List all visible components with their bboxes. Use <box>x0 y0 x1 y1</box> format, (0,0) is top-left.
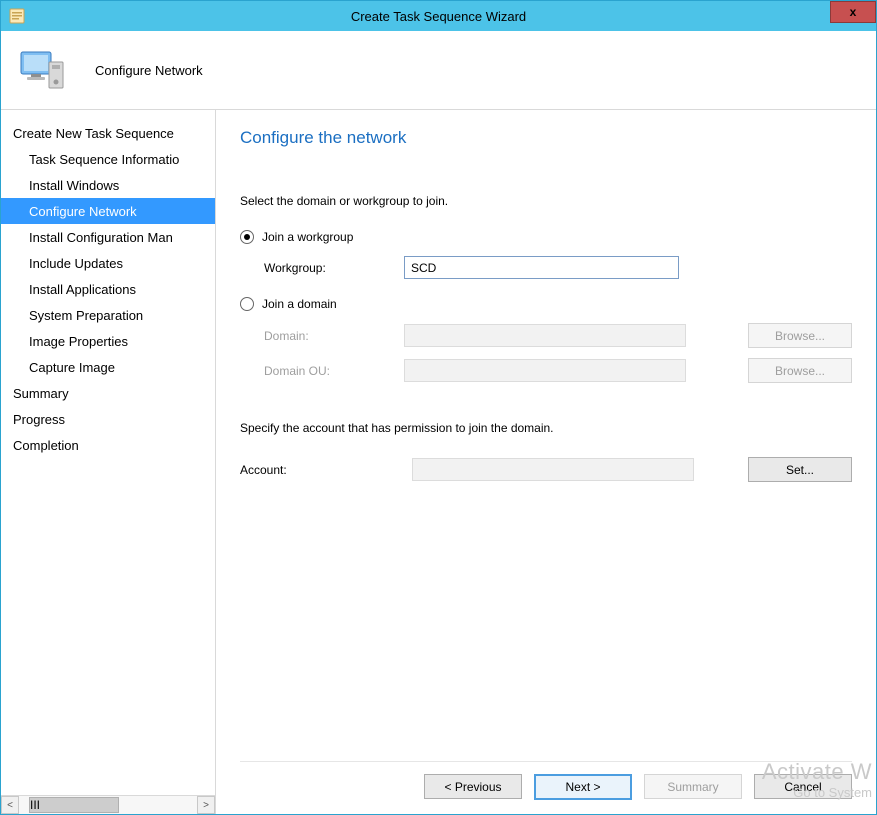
summary-button: Summary <box>644 774 742 799</box>
account-input <box>412 458 694 481</box>
nav-tree: Create New Task Sequence Task Sequence I… <box>1 110 215 795</box>
workgroup-label: Workgroup: <box>264 261 404 275</box>
sidebar-item-completion[interactable]: Completion <box>1 432 215 458</box>
main-panel: Configure the network Select the domain … <box>216 110 876 814</box>
scroll-track[interactable]: III <box>19 796 197 814</box>
account-field-row: Account: Set... <box>240 457 852 482</box>
join-workgroup-radio[interactable] <box>240 230 254 244</box>
body: Create New Task Sequence Task Sequence I… <box>1 110 876 814</box>
previous-button[interactable]: < Previous <box>424 774 522 799</box>
workgroup-field-row: Workgroup: <box>240 256 852 279</box>
workgroup-input[interactable] <box>404 256 679 279</box>
banner-title: Configure Network <box>95 63 203 78</box>
sidebar: Create New Task Sequence Task Sequence I… <box>1 110 216 814</box>
domain-ou-browse-button: Browse... <box>748 358 852 383</box>
account-instruction: Specify the account that has permission … <box>240 421 852 435</box>
sidebar-item-task-sequence-information[interactable]: Task Sequence Informatio <box>1 146 215 172</box>
footer: < Previous Next > Summary Cancel <box>240 761 852 800</box>
sidebar-item-install-applications[interactable]: Install Applications <box>1 276 215 302</box>
close-icon: x <box>850 5 857 19</box>
join-workgroup-label: Join a workgroup <box>262 230 353 244</box>
sidebar-item-include-updates[interactable]: Include Updates <box>1 250 215 276</box>
titlebar: Create Task Sequence Wizard x <box>1 1 876 31</box>
scroll-right-button[interactable]: > <box>197 796 215 814</box>
sidebar-item-capture-image[interactable]: Capture Image <box>1 354 215 380</box>
sidebar-item-create-new-task-sequence[interactable]: Create New Task Sequence <box>1 120 215 146</box>
configure-network-form: Select the domain or workgroup to join. … <box>240 194 852 761</box>
domain-ou-field-row: Domain OU: Browse... <box>240 358 852 383</box>
join-workgroup-radio-row[interactable]: Join a workgroup <box>240 230 852 244</box>
sidebar-item-install-configuration-manager[interactable]: Install Configuration Man <box>1 224 215 250</box>
sidebar-item-system-preparation[interactable]: System Preparation <box>1 302 215 328</box>
window-title: Create Task Sequence Wizard <box>351 9 526 24</box>
domain-label: Domain: <box>264 329 404 343</box>
sidebar-item-configure-network[interactable]: Configure Network <box>1 198 215 224</box>
join-instruction: Select the domain or workgroup to join. <box>240 194 852 208</box>
close-button[interactable]: x <box>830 1 876 23</box>
sidebar-item-summary[interactable]: Summary <box>1 380 215 406</box>
scroll-left-button[interactable]: < <box>1 796 19 814</box>
domain-browse-button: Browse... <box>748 323 852 348</box>
sidebar-item-progress[interactable]: Progress <box>1 406 215 432</box>
next-button[interactable]: Next > <box>534 774 632 800</box>
join-domain-label: Join a domain <box>262 297 337 311</box>
domain-input <box>404 324 686 347</box>
computer-monitor-icon <box>19 46 67 94</box>
account-label: Account: <box>240 463 412 477</box>
join-domain-radio[interactable] <box>240 297 254 311</box>
page-title: Configure the network <box>240 128 852 148</box>
join-domain-radio-row[interactable]: Join a domain <box>240 297 852 311</box>
cancel-button[interactable]: Cancel <box>754 774 852 799</box>
wizard-window: Create Task Sequence Wizard x Configure … <box>0 0 877 815</box>
domain-ou-label: Domain OU: <box>264 364 404 378</box>
account-set-button[interactable]: Set... <box>748 457 852 482</box>
domain-field-row: Domain: Browse... <box>240 323 852 348</box>
banner: Configure Network <box>1 31 876 110</box>
app-icon <box>9 8 25 24</box>
sidebar-item-install-windows[interactable]: Install Windows <box>1 172 215 198</box>
scroll-thumb[interactable]: III <box>29 797 119 813</box>
horizontal-scrollbar[interactable]: < III > <box>1 795 215 814</box>
sidebar-item-image-properties[interactable]: Image Properties <box>1 328 215 354</box>
domain-ou-input <box>404 359 686 382</box>
